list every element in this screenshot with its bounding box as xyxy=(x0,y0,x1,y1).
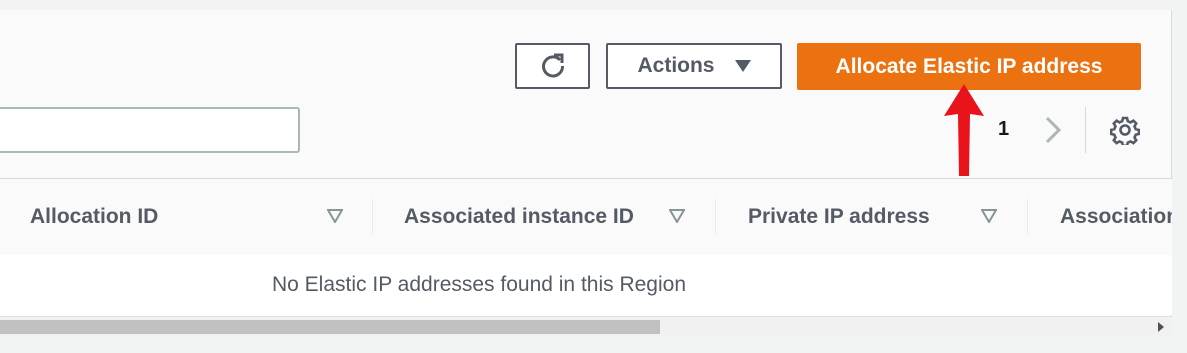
pagination-divider xyxy=(1085,107,1086,153)
horizontal-scrollbar[interactable] xyxy=(0,316,1172,337)
column-divider[interactable] xyxy=(372,199,373,235)
actions-dropdown-button[interactable]: Actions xyxy=(606,43,782,89)
column-header-allocation-id[interactable]: Allocation ID xyxy=(30,179,158,255)
red-arrow-up-icon xyxy=(944,84,984,176)
column-header-label: Allocation ID xyxy=(30,205,159,228)
column-header-label: Association xyxy=(1060,205,1172,228)
search-input[interactable] xyxy=(0,107,300,153)
sort-down-icon[interactable] xyxy=(981,209,997,223)
refresh-button[interactable] xyxy=(515,43,590,89)
chevron-right-icon[interactable] xyxy=(1040,114,1066,146)
caret-down-icon xyxy=(734,60,751,72)
table-header-row: Allocation ID Associated instance ID Pri… xyxy=(0,178,1172,256)
column-divider[interactable] xyxy=(1027,199,1028,235)
gear-icon[interactable] xyxy=(1110,115,1140,145)
column-header-association[interactable]: Association xyxy=(1060,179,1172,255)
column-header-label: Associated instance ID xyxy=(404,205,634,228)
allocate-label: Allocate Elastic IP address xyxy=(835,54,1103,78)
elastic-ip-panel: Actions Allocate Elastic IP address 1 Al… xyxy=(0,10,1172,337)
table-empty-row: No Elastic IP addresses found in this Re… xyxy=(0,255,1172,315)
column-divider[interactable] xyxy=(715,199,716,235)
column-header-private-ip-address[interactable]: Private IP address xyxy=(748,179,930,255)
refresh-icon xyxy=(541,53,564,78)
empty-state-message: No Elastic IP addresses found in this Re… xyxy=(272,273,687,296)
actions-label: Actions xyxy=(637,54,715,77)
column-header-label: Private IP address xyxy=(748,205,930,228)
current-page-number[interactable]: 1 xyxy=(998,118,1009,141)
scroll-right-arrow-icon[interactable] xyxy=(1158,322,1164,332)
scrollbar-thumb[interactable] xyxy=(0,320,660,334)
sort-down-icon[interactable] xyxy=(669,209,685,223)
sort-down-icon[interactable] xyxy=(327,209,343,223)
column-header-associated-instance-id[interactable]: Associated instance ID xyxy=(404,179,634,255)
